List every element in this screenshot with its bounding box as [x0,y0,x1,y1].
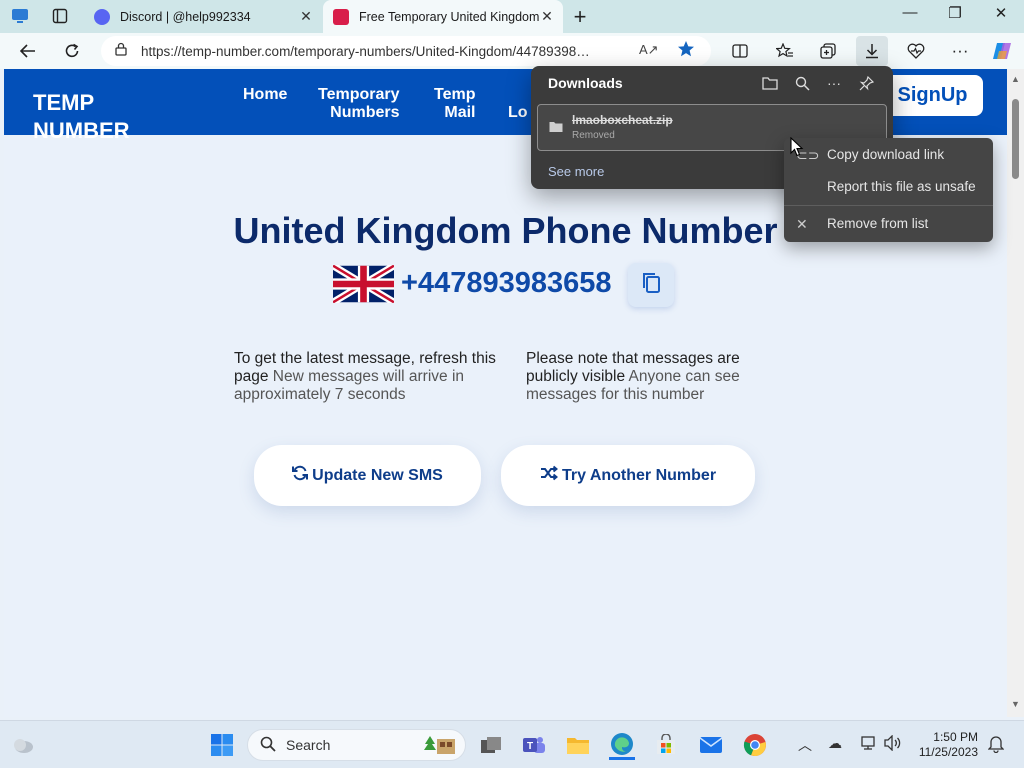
logo-line2: NUMBER [33,118,130,143]
back-icon[interactable] [14,38,42,64]
close-icon: ✕ [796,216,808,232]
menu-divider [784,205,993,206]
pin-icon[interactable] [854,72,878,94]
search-label: Search [286,737,331,753]
refresh-note: To get the latest message, refresh this … [234,350,514,404]
browser-toolbar: https://temp-number.com/temporary-number… [0,33,1024,69]
copy-number-button[interactable] [628,263,674,307]
nav-temporary-numbers[interactable]: Temporary Numbers [318,86,400,122]
start-icon[interactable] [209,733,235,757]
update-sms-button[interactable]: Update New SMS [254,445,481,506]
discord-icon [94,8,110,25]
edge-icon[interactable] [609,730,635,760]
task-view-icon[interactable] [478,733,504,757]
network-icon[interactable] [860,735,878,754]
refresh-icon[interactable] [58,38,86,64]
onedrive-icon[interactable]: ☁ [828,735,842,752]
phone-number: +447893983658 [401,267,612,299]
nav-login[interactable]: Lo [508,104,528,122]
tab-title: Discord | @help992334 [120,9,251,24]
teams-icon[interactable]: T [521,733,547,757]
taskbar-search[interactable]: Search [247,729,466,761]
lock-icon[interactable] [115,42,127,61]
report-unsafe-item[interactable]: Report this file as unsafe [827,179,976,194]
close-window-icon[interactable]: ✕ [986,4,1016,22]
tab-temp-number[interactable]: Free Temporary United Kingdom ✕ [323,0,563,33]
restore-icon[interactable]: ❐ [940,4,970,22]
download-status: Removed [572,130,615,141]
profile-icon[interactable] [10,6,30,26]
public-note: Please note that messages are publicly v… [526,350,766,404]
copy-icon [640,271,662,300]
favorites-icon[interactable] [771,38,799,64]
download-filename: lmaoboxcheat.zip [572,113,673,127]
download-context-menu: ⊂⊃ Copy download link Report this file a… [784,138,993,242]
uk-flag-icon [331,262,396,306]
scrollbar-thumb[interactable] [1012,99,1019,179]
system-clock[interactable]: 1:50 PM 11/25/2023 [918,730,978,760]
address-bar[interactable]: https://temp-number.com/temporary-number… [101,36,711,66]
temp-number-favicon-icon [333,8,349,25]
signup-button[interactable]: SignUp [882,75,983,116]
see-more-link[interactable]: See more [548,164,604,179]
downloads-title: Downloads [548,75,623,91]
copilot-icon[interactable] [988,38,1016,64]
svg-text:T: T [527,741,533,752]
nav-temp-mail[interactable]: Temp Mail [434,86,475,122]
nav-home[interactable]: Home [243,86,287,104]
favorite-star-icon[interactable] [677,40,695,63]
refresh-note-detail: New messages will arrive in approximatel… [234,368,465,403]
url-text[interactable]: https://temp-number.com/temporary-number… [141,44,631,59]
tab-discord[interactable]: Discord | @help992334 ✕ [84,0,322,33]
minimize-icon[interactable]: — [895,4,925,21]
page-scrollbar[interactable]: ▲ ▼ [1007,69,1024,717]
mouse-cursor-icon [790,136,804,162]
scroll-up-icon[interactable]: ▲ [1011,74,1020,84]
microsoft-store-icon[interactable] [653,733,679,757]
file-explorer-icon[interactable] [565,733,591,757]
close-tab-icon[interactable]: ✕ [298,8,314,25]
more-options-icon[interactable]: ··· [946,38,974,64]
scroll-down-icon[interactable]: ▼ [1011,699,1020,709]
search-icon [260,736,276,755]
site-logo[interactable]: TEMP NUMBER [33,89,173,145]
weather-icon[interactable] [10,733,36,757]
update-sms-label: Update New SMS [312,466,443,484]
tab-strip: Discord | @help992334 ✕ Free Temporary U… [0,0,1024,33]
split-screen-icon[interactable] [726,38,754,64]
close-tab-icon[interactable]: ✕ [539,8,555,25]
volume-icon[interactable] [884,734,902,754]
browser-essentials-icon[interactable] [902,38,930,64]
shuffle-icon [540,465,562,486]
search-icon[interactable] [790,72,814,94]
remove-from-list-item[interactable]: Remove from list [827,216,928,231]
try-another-label: Try Another Number [561,466,717,484]
collections-icon[interactable] [814,38,842,64]
notifications-icon[interactable] [987,735,1005,756]
search-highlight-icon [423,734,457,759]
open-folder-icon[interactable] [758,72,782,94]
tab-title: Free Temporary United Kingdom [359,9,539,24]
downloads-icon[interactable] [856,36,888,66]
file-icon [549,120,563,138]
try-another-number-button[interactable]: Try Another Number [501,445,755,506]
refresh-sync-icon [292,465,312,486]
show-hidden-icons[interactable]: ︿ [798,735,812,755]
tab-actions-icon[interactable] [50,6,70,26]
mail-icon[interactable] [698,733,724,757]
logo-line1: TEMP [33,90,95,115]
copy-download-link-item[interactable]: Copy download link [827,147,944,162]
chrome-icon[interactable] [742,733,768,757]
read-aloud-icon[interactable]: A↗ [639,42,659,58]
clock-date: 11/25/2023 [918,745,978,759]
more-options-icon[interactable]: ··· [822,72,846,94]
taskbar: Search T ︿ ☁ 1:50 PM 11/25/2023 [0,720,1024,768]
new-tab-icon[interactable]: + [568,4,592,30]
clock-time: 1:50 PM [933,730,978,744]
